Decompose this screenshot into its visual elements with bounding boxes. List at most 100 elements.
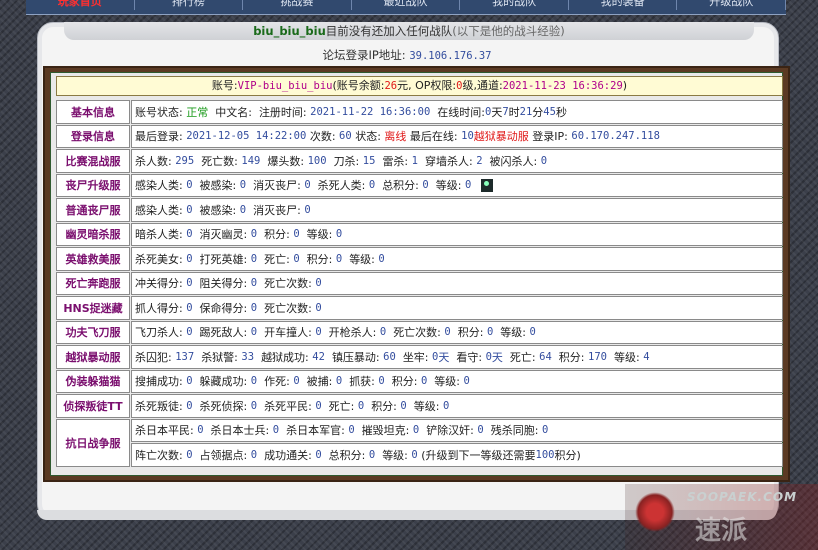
stat-value: 0 [293, 375, 300, 388]
status-value: 正常 [186, 105, 209, 119]
op-unit: 级 [462, 79, 474, 92]
row-content: 感染人类: 0 被感染: 0 消灭丧尸: 0 杀死人类: 0 总积分: 0 等级… [131, 173, 783, 197]
stat-unit: 天 [491, 350, 503, 364]
logo-text-cn: 速派 [695, 516, 748, 546]
row-label: 基本信息 [56, 100, 130, 124]
stat-label: 踢死敌人: [199, 326, 248, 340]
nav-item[interactable]: 挑战赛 [243, 0, 352, 10]
row-label: 死亡奔跑服 [56, 271, 130, 295]
stat-label: 总积分: [328, 448, 366, 462]
forum-ip-line: 论坛登录IP地址: 39.106.176.37 [40, 47, 774, 63]
row-content: 杀日本平民: 0 杀日本士兵: 0 杀日本军官: 0 摧毁坦克: 0 铲除汉奸:… [131, 418, 783, 442]
stat-label: 死亡: [264, 252, 290, 266]
row-content: 冲关得分: 0 阻关得分: 0 死亡次数: 0 [131, 271, 783, 295]
stat-value: 0 [541, 424, 549, 437]
stat-label: 被感染: [199, 203, 237, 217]
nav-item[interactable]: 我的装备 [569, 0, 678, 10]
stat-value: 0 [422, 179, 429, 192]
stat-value: 0 [368, 179, 376, 192]
row-server: 比赛混战服 杀人数: 295 死亡数: 149 爆头数: 100 刀杀: 15 雷… [56, 149, 783, 173]
stat-value: 0 [368, 448, 376, 461]
stat-value: 0 [379, 326, 387, 339]
stat-label: 感染人类: [135, 179, 183, 193]
stat-label: 积分: [264, 228, 290, 242]
title-note: (以下是他的战斗经验) [452, 24, 565, 38]
player-name[interactable]: biu_biu_biu [253, 24, 326, 38]
cn-label: 中文名: [215, 105, 252, 119]
title-text: 目前没有还加入任何战队 [325, 24, 453, 38]
stat-label: 死亡次数: [264, 277, 312, 291]
last-login-label: 最后登录: [135, 130, 183, 144]
stat-label: 雷杀: [382, 154, 409, 168]
stat-label: 积分: [306, 252, 333, 266]
row-server: 死亡奔跑服 冲关得分: 0 阻关得分: 0 死亡次数: 0 [56, 271, 783, 295]
row-label: 伪装躲猫猫 [56, 369, 130, 393]
nav-item[interactable]: 玩家首页 [26, 0, 135, 10]
stat-value: 0 [444, 326, 451, 339]
stat-label: 总积分: [382, 179, 419, 193]
row-server: 伪装躲猫猫 搜捕成功: 0 躲藏成功: 0 作死: 0 被捕: 0 抓获: 0 积… [56, 369, 783, 393]
stat-value: 0 [250, 277, 258, 290]
stat-value: 0 [293, 228, 300, 241]
row-content-wrap: 杀日本平民: 0 杀日本士兵: 0 杀日本军官: 0 摧毁坦克: 0 铲除汉奸:… [131, 418, 783, 467]
stat-label: 阻关得分: [199, 277, 248, 291]
stat-label: 感染人类: [135, 203, 183, 217]
stat-value: 1 [411, 154, 418, 167]
stat-value: 0 [464, 179, 472, 192]
stat-value: 0 [378, 375, 385, 388]
stat-value: 0 [250, 228, 258, 241]
row-label: 抗日战争服 [56, 418, 130, 467]
stat-value: 0 [186, 326, 193, 339]
stat-value: 170 [588, 350, 607, 363]
row-label: 幽灵暗杀服 [56, 222, 130, 246]
online-label: 在线时间: [437, 105, 485, 119]
nav-item[interactable]: 排行榜 [135, 0, 244, 10]
count-label: 次数: [309, 130, 336, 144]
account-label: 账号: [211, 79, 238, 92]
reg-value: 2021-11-22 16:36:00 [310, 105, 431, 118]
stat-value: 0 [304, 179, 311, 192]
stat-label: 死亡: [509, 350, 536, 364]
stat-value: 4 [643, 350, 650, 363]
row-basic: 基本信息 账号状态: 正常 中文名: 注册时间: 2021-11-22 16:3… [56, 100, 783, 124]
online-days-unit: 天 [491, 105, 503, 119]
online-seconds: 45 [543, 105, 556, 118]
balance-unit: 元 [397, 79, 409, 92]
stat-label: 死亡次数: [264, 301, 312, 315]
balance-value: 26 [384, 80, 398, 92]
stat-value: 0 [186, 203, 193, 216]
stat-label: 被闪杀人: [489, 154, 538, 168]
stat-label: 等级: [500, 326, 526, 340]
stat-label: 搜捕成功: [135, 375, 183, 389]
stat-value: 0 [186, 375, 193, 388]
stat-value: 0 [357, 399, 365, 412]
last-login-value: 2021-12-05 14:22:00 [186, 130, 307, 143]
stat-value: 0 [378, 252, 385, 265]
nav-item[interactable]: 升级战队 [677, 0, 787, 10]
stat-value: 0 [411, 448, 418, 461]
row-content: 感染人类: 0 被感染: 0 消灭丧尸: 0 [131, 198, 783, 222]
row-label: 功夫飞刀服 [56, 320, 130, 344]
stat-value: 0 [250, 252, 258, 265]
stat-value: 0 [186, 228, 193, 241]
stats-frame-inner: 账号:VIP-biu_biu_biu(账号余额:26元, OP权限: 0 级,通道:… [50, 72, 783, 476]
nav-item[interactable]: 最近战队 [352, 0, 461, 10]
nav-item[interactable]: 我的战队 [460, 0, 569, 10]
online-hours-unit: 时 [508, 105, 520, 119]
stat-value: 0 [239, 203, 247, 216]
last-online-num: 10 [461, 130, 474, 143]
stats-rows: 基本信息 账号状态: 正常 中文名: 注册时间: 2021-11-22 16:3… [56, 100, 783, 468]
stat-value: 0 [293, 252, 300, 265]
stat-value: 0 [186, 448, 193, 461]
stat-value: 0 [442, 399, 450, 412]
stat-value: 149 [241, 154, 261, 167]
stat-label: 飞刀杀人: [135, 326, 183, 340]
account-name: VIP-biu_biu_biu [237, 80, 333, 92]
stat-label: 死亡次数: [393, 326, 441, 340]
stat-value: 0 [486, 326, 494, 339]
stat-label: 保命得分: [199, 301, 248, 315]
state-label: 状态: [355, 130, 381, 144]
count-value: 60 [339, 130, 352, 143]
login-ip-label: 登录IP: [532, 130, 568, 144]
stat-unit: 天 [438, 350, 450, 364]
